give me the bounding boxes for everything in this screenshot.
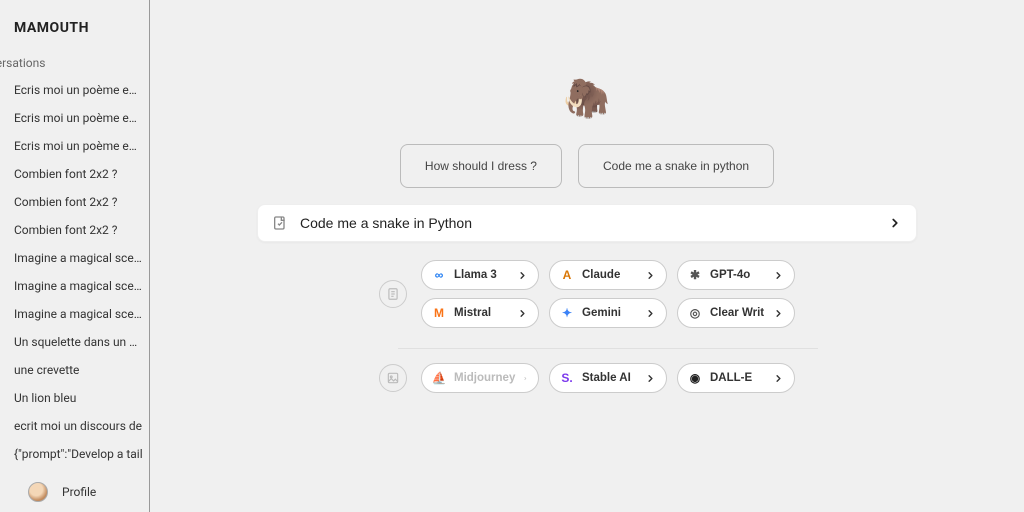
model-pill-llama-3[interactable]: ∞ Llama 3 — [421, 260, 539, 290]
model-label: Claude — [582, 269, 620, 281]
model-icon: M — [432, 306, 446, 320]
conversation-item[interactable]: ecrit moi un discours de — [0, 412, 149, 440]
model-label: Stable AI — [582, 372, 631, 384]
prompt-input[interactable] — [300, 215, 876, 231]
model-label: Clear Writ — [710, 307, 764, 319]
divider — [398, 348, 818, 349]
model-pill-clear-writ[interactable]: ◎ Clear Writ — [677, 298, 795, 328]
suggestion-chips: How should I dress ? Code me a snake in … — [400, 144, 774, 188]
model-icon: ⛵ — [432, 371, 446, 385]
model-pill-midjourney[interactable]: ⛵ Midjourney — [421, 363, 539, 393]
conversation-item[interactable]: Ecris moi un poème en ale — [0, 76, 149, 104]
conversation-item[interactable]: Imagine a magical scene i — [0, 244, 149, 272]
model-label: Llama 3 — [454, 269, 497, 281]
sidebar: MAMOUTH versations Ecris moi un poème en… — [0, 0, 150, 512]
model-pill-gpt-4o[interactable]: ✱ GPT-4o — [677, 260, 795, 290]
model-label: Gemini — [582, 307, 621, 319]
model-label: Mistral — [454, 307, 491, 319]
conversation-item[interactable]: une crevette — [0, 356, 149, 384]
model-pill-claude[interactable]: A Claude — [549, 260, 667, 290]
conversation-item[interactable]: Combien font 2x2 ? — [0, 160, 149, 188]
model-pill-gemini[interactable]: ✦ Gemini — [549, 298, 667, 328]
conversation-item[interactable]: Imagine a magical scene i — [0, 272, 149, 300]
mammoth-logo-icon: 🦣 — [563, 80, 610, 118]
model-icon: ◎ — [688, 306, 702, 320]
main-area: 🦣 How should I dress ? Code me a snake i… — [150, 0, 1024, 512]
model-pill-dall-e[interactable]: ◉ DALL-E — [677, 363, 795, 393]
model-pill-mistral[interactable]: M Mistral — [421, 298, 539, 328]
conversation-item[interactable]: Imagine a magical scene i — [0, 300, 149, 328]
model-icon: S. — [560, 371, 574, 385]
conversation-item[interactable]: Combien font 2x2 ? — [0, 188, 149, 216]
model-icon: A — [560, 268, 574, 282]
conversation-item[interactable]: {"prompt":"Develop a tail — [0, 440, 149, 468]
sidebar-section-label: versations — [0, 50, 149, 76]
model-icon: ✱ — [688, 268, 702, 282]
image-icon — [379, 364, 407, 392]
model-label: Midjourney — [454, 372, 515, 384]
profile-link[interactable]: Profile — [0, 468, 149, 512]
submit-arrow-icon[interactable] — [888, 216, 902, 230]
profile-label: Profile — [62, 485, 96, 499]
avatar — [28, 482, 48, 502]
model-icon: ∞ — [432, 268, 446, 282]
model-label: GPT-4o — [710, 269, 750, 281]
conversation-item[interactable]: Ecris moi un poème en ale — [0, 132, 149, 160]
conversation-list: Ecris moi un poème en aleEcris moi un po… — [0, 76, 149, 468]
suggestion-chip-0[interactable]: How should I dress ? — [400, 144, 562, 188]
text-models-section: ∞ Llama 3 A Claude ✱ GPT-4o M Mistral ✦ Gemini ◎ C… — [379, 260, 795, 328]
attach-file-icon[interactable] — [272, 215, 288, 231]
conversation-item[interactable]: Combien font 2x2 ? — [0, 216, 149, 244]
conversation-item[interactable]: Un lion bleu — [0, 384, 149, 412]
model-label: DALL-E — [710, 372, 752, 384]
image-models-section: ⛵ Midjourney S. Stable AI ◉ DALL-E — [379, 363, 795, 393]
conversation-item[interactable]: Ecris moi un poème en ale — [0, 104, 149, 132]
conversation-item[interactable]: Un squelette dans un plac — [0, 328, 149, 356]
suggestion-chip-1[interactable]: Code me a snake in python — [578, 144, 774, 188]
brand-title: MAMOUTH — [0, 12, 149, 50]
prompt-input-container — [257, 204, 917, 242]
model-icon: ✦ — [560, 306, 574, 320]
model-pill-stable-ai[interactable]: S. Stable AI — [549, 363, 667, 393]
model-icon: ◉ — [688, 371, 702, 385]
document-icon — [379, 280, 407, 308]
